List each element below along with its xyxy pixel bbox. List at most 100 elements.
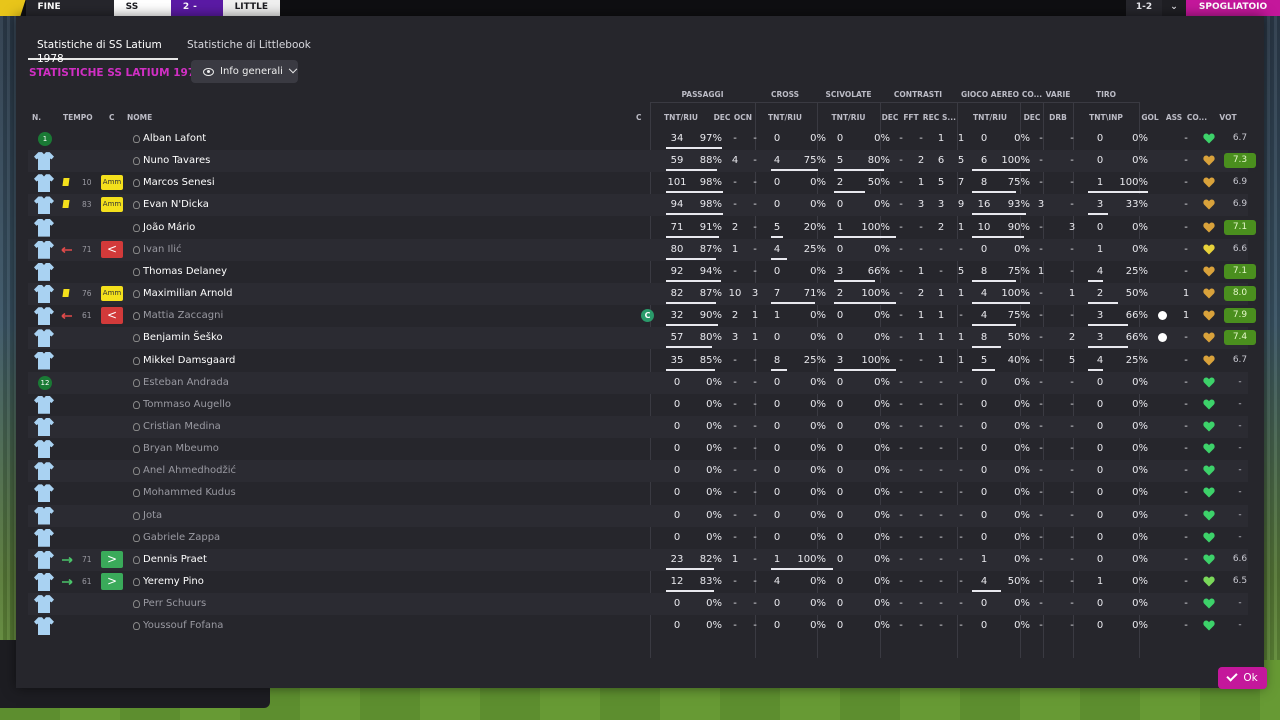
contest-dec: - (899, 598, 903, 610)
table-row[interactable]: 83 Amm Evan N'Dicka 94 98% - -0 0% 0 0% -3 3 9 16 93% 3… (28, 194, 1248, 217)
dribbles: 5 (1068, 354, 1076, 366)
dribbles: 2 (1068, 332, 1076, 344)
table-row[interactable]: Mikkel Damsgaard 35 85% - -8 25% 3 100% - -1 1 5 40%… (28, 350, 1248, 372)
player-name[interactable]: Dennis Praet (143, 549, 207, 571)
player-name[interactable]: Nuno Tavares (143, 150, 210, 172)
table-row[interactable]: Youssouf Fofana 0 0% - -0 0% 0 0% - - - -0 0% - -0 0% - - (28, 615, 1248, 637)
captain-icon: C (641, 309, 654, 323)
condition-heart-icon (1203, 133, 1215, 144)
table-row[interactable]: Bryan Mbeumo 0 0% - -0 0% 0 0% - - - -0 0% - -0 0% - - (28, 438, 1248, 460)
pass-ocn: - (753, 598, 757, 610)
tackle-attempted: 0 (836, 465, 844, 477)
cross-percent: 0% (810, 598, 826, 610)
group-passaggi: PASSAGGI (681, 90, 724, 99)
col-con-rec: REC (922, 113, 940, 122)
chevron-down-icon[interactable]: ⌄ (1162, 0, 1186, 16)
pass-dec: 3 (731, 332, 739, 344)
tackle-percent: 0% (874, 332, 890, 344)
player-name[interactable]: Mohammed Kudus (143, 482, 236, 504)
player-name[interactable]: Bryan Mbeumo (143, 438, 219, 460)
table-row[interactable]: 71 < Ivan Ilić 80 87% 1-4 25% 0 0% - - - -0 0% - -1 0% -6… (28, 238, 1248, 261)
player-icon (133, 223, 140, 232)
table-row[interactable]: 71 > Dennis Praet 23 82% 1-1 100% 0 0% - - - -1 0% - -0… (28, 548, 1248, 571)
pass-ocn: - (753, 376, 757, 388)
table-row[interactable]: Jota 0 0% - -0 0% 0 0% - - - -0 0% - -0 0% - - (28, 504, 1248, 527)
player-name[interactable]: Anel Ahmedhodžić (143, 460, 236, 482)
dribbles: - (1070, 509, 1074, 521)
contest-rec: 2 (937, 221, 945, 233)
aerial-percent: 0% (1014, 509, 1030, 521)
table-row[interactable]: Benjamin Šeško 57 80% 3 1 0 0% 0 0% -1 1 1 8 50% -2 3 66… (28, 327, 1256, 350)
assists: - (1184, 332, 1188, 344)
player-name[interactable]: Jota (143, 505, 162, 527)
table-row[interactable]: Anel Ahmedhodžić 0 0% - -0 0% 0 0% - - - -0 0% - -0 0% -… (28, 460, 1248, 483)
match-rating: 7.1 (1224, 263, 1256, 279)
table-row[interactable]: 76 Amm Maximilian Arnold 82 87% 10 3 7 71% 2 100% -… (28, 283, 1256, 306)
table-row[interactable]: João Mário 71 91% 2-5 20% 1 100% - -2 1 10 90% -3 0 0%… (28, 217, 1256, 239)
player-name[interactable]: João Mário (143, 217, 195, 239)
pass-ocn: 3 (751, 288, 759, 300)
player-name[interactable]: Benjamin Šeško (143, 327, 223, 349)
tackle-bar (834, 169, 884, 172)
player-name[interactable]: Youssouf Fofana (143, 615, 223, 637)
cross-attempted: 0 (773, 398, 781, 410)
view-filter-dropdown[interactable]: Info generali (191, 60, 298, 83)
player-name[interactable]: Mattia Zaccagni (143, 305, 223, 327)
table-row[interactable]: Perr Schuurs 0 0% - -0 0% 0 0% - - - -0 0% - -0 0% - - (28, 593, 1248, 616)
co-dec: - (1039, 177, 1043, 189)
table-row[interactable]: 12 Esteban Andrada 0 0% - -0 0% 0 0% - - - -0 0% - -0 0%… (28, 371, 1248, 394)
shots-bar (1088, 346, 1128, 349)
table-row[interactable]: 61 > Yeremy Pino 12 83% - -4 0% 0 0% - - - -4 50% - -1 0%… (28, 571, 1248, 593)
player-name[interactable]: Evan N'Dicka (143, 194, 209, 216)
col-aereo-tnt: TNT/RIU (973, 113, 1007, 122)
contest-dec: - (899, 376, 903, 388)
tackle-attempted: 0 (836, 376, 844, 388)
sub-out-icon (61, 246, 72, 253)
player-name[interactable]: Gabriele Zappa (143, 527, 220, 549)
pass-percent: 0% (706, 509, 722, 521)
pass-ocn: - (753, 487, 757, 499)
tackle-attempted: 0 (836, 133, 844, 144)
player-name[interactable]: Yeremy Pino (143, 571, 204, 593)
pass-ocn: - (753, 398, 757, 410)
table-row[interactable]: Nuno Tavares 59 88% 4-4 75% 5 80% -2 6 5 6 100% - -0 0… (28, 150, 1256, 173)
table-row[interactable]: Thomas Delaney 92 94% - -0 0% 3 66% -1-5 8 75% 1-4 2… (28, 261, 1256, 283)
player-name[interactable]: Perr Schuurs (143, 593, 206, 615)
player-name[interactable]: Maximilian Arnold (143, 283, 233, 305)
table-row[interactable]: 61 < Mattia Zaccagni C 32 90% 2 1 1 0% 0 0% -1 1-4 75%… (28, 305, 1256, 327)
player-name[interactable]: Marcos Senesi (143, 172, 215, 194)
contest-dec: - (899, 155, 903, 167)
player-name[interactable]: Alban Lafont (143, 128, 206, 150)
assists: - (1184, 553, 1188, 565)
table-row[interactable]: 10 Amm Marcos Senesi 101 98% - -0 0% 2 50% -1 5 7 8 75… (28, 172, 1248, 194)
player-name[interactable]: Mikkel Damsgaard (143, 350, 235, 372)
table-row[interactable]: Mohammed Kudus 0 0% - -0 0% 0 0% - - - -0 0% - -0 0% - - (28, 482, 1248, 504)
table-row[interactable]: Tommaso Augello 0 0% - -0 0% 0 0% - - - -0 0% - -0 0% - - (28, 394, 1248, 416)
cross-percent: 0% (810, 487, 826, 499)
pass-percent: 0% (706, 376, 722, 388)
table-row[interactable]: Gabriele Zappa 0 0% - -0 0% 0 0% - - - -0 0% - -0 0% - - (28, 527, 1248, 549)
player-name[interactable]: Ivan Ilić (143, 239, 182, 261)
tab-home-stats[interactable]: Statistiche di SS Latium 1978 (28, 38, 178, 65)
co-dec: - (1039, 620, 1043, 632)
player-name[interactable]: Esteban Andrada (143, 372, 229, 394)
contest-dec: - (899, 398, 903, 410)
group-cross: CROSS (770, 90, 800, 99)
event-minute (82, 327, 122, 349)
table-row[interactable]: 1 Alban Lafont 34 97% - -0 0% 0 0% - -1 1 0 0% - -0 0% -6… (28, 128, 1248, 150)
shirt-icon (34, 174, 54, 193)
pass-attempted: 0 (673, 443, 681, 455)
cross-percent: 0% (810, 620, 826, 632)
player-name[interactable]: Tommaso Augello (143, 394, 231, 416)
cross-attempted: 0 (773, 199, 781, 211)
event-minute (82, 460, 122, 482)
player-name[interactable]: Cristian Medina (143, 416, 221, 438)
pass-bar (666, 368, 716, 371)
player-icon (133, 445, 140, 454)
table-row[interactable]: Cristian Medina 0 0% - -0 0% 0 0% - - - -0 0% - -0 0% - - (28, 415, 1248, 438)
col-n: N. (32, 113, 42, 122)
player-name[interactable]: Thomas Delaney (143, 261, 227, 283)
tab-away-stats[interactable]: Statistiche di Littlebook (178, 38, 320, 58)
ok-button[interactable]: Ok (1218, 667, 1267, 689)
dressing-room-button[interactable]: SPOGLIATOIO (1186, 0, 1280, 16)
